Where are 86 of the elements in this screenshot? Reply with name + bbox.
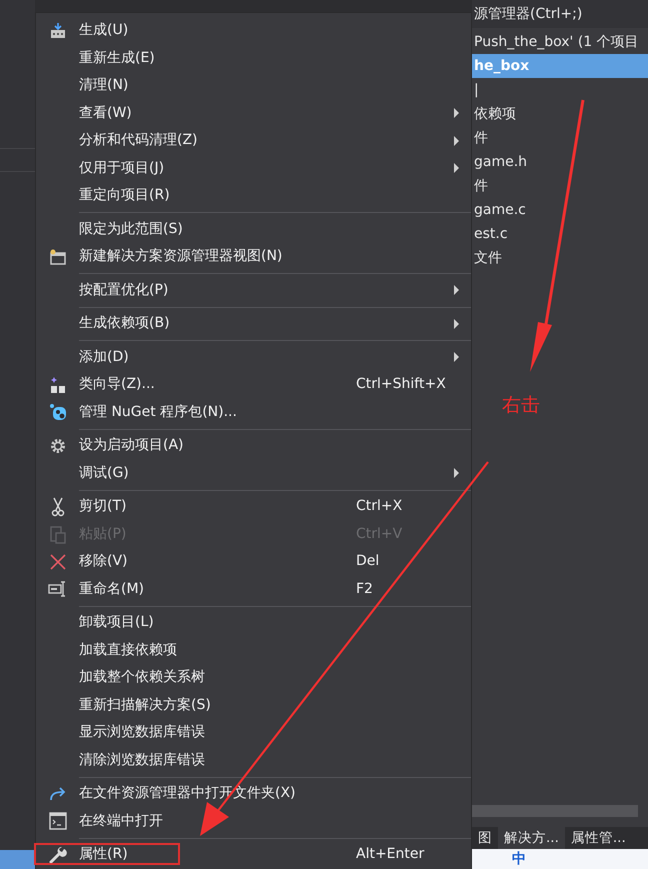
menu-item-label: 管理 NuGet 程序包(N)... — [79, 402, 237, 422]
menu-item-label: 重新生成(E) — [79, 48, 155, 68]
rename-icon — [48, 581, 68, 598]
menu-item-label: 添加(D) — [79, 348, 129, 367]
menu-item[interactable]: 类向导(Z)... Ctrl+Shift+X — [36, 371, 471, 398]
menu-item-label: 重新扫描解决方案(S) — [79, 696, 211, 715]
menu-item[interactable]: 分析和代码清理(Z) — [36, 127, 471, 154]
menu-item[interactable]: 剪切(T) Ctrl+X — [36, 493, 471, 520]
close-icon — [50, 554, 66, 570]
menu-item-label: 卸载项目(L) — [79, 613, 154, 632]
menu-item[interactable]: 生成(U) — [36, 17, 471, 44]
menu-item-label: 生成依赖项(B) — [79, 314, 170, 334]
menu-item[interactable]: 仅用于项目(J) — [36, 154, 471, 182]
menu-item-label: 重命名(M) — [79, 580, 144, 599]
terminal-icon — [48, 812, 66, 830]
redo-arrow-icon — [48, 786, 68, 802]
tree-item[interactable]: game.h — [472, 150, 648, 174]
menu-item-label: 清除浏览数据库错误 — [79, 750, 205, 770]
menu-item[interactable]: 移除(V) Del — [36, 548, 471, 576]
menu-item[interactable]: 显示浏览数据库错误 — [36, 719, 471, 746]
new-window-icon — [48, 248, 66, 265]
menu-item-label: 移除(V) — [79, 552, 128, 572]
shortcut-label: Del — [356, 552, 380, 572]
menu-item[interactable]: 加载直接依赖项 — [36, 636, 471, 664]
menu-item-label: 显示浏览数据库错误 — [79, 723, 205, 742]
menu-item[interactable]: 卸载项目(L) — [36, 609, 471, 636]
menu-item-label: 限定为此范围(S) — [79, 220, 183, 239]
clipboard-icon — [50, 524, 66, 544]
menu-item-label: 仅用于项目(J) — [79, 158, 164, 178]
menu-item-label: 查看(W) — [79, 104, 132, 123]
tree-item[interactable]: Push_the_box' (1 个项目 — [472, 30, 648, 54]
menu-item-label: 属性(R) — [79, 845, 128, 864]
scissors-icon — [50, 496, 64, 517]
menu-item[interactable]: 生成依赖项(B) — [36, 310, 471, 338]
menu-item-label: 按配置优化(P) — [79, 280, 168, 300]
menu-item[interactable]: 清理(N) — [36, 72, 471, 100]
tree-item[interactable]: 文件 — [472, 246, 648, 270]
menu-item[interactable]: 添加(D) — [36, 344, 471, 371]
shortcut-label: Ctrl+X — [356, 497, 402, 516]
class-wizard-icon — [50, 376, 66, 394]
menu-item[interactable]: 重新生成(E) — [36, 44, 471, 72]
menu-item-label: 分析和代码清理(Z) — [79, 131, 198, 150]
menu-item[interactable]: 管理 NuGet 程序包(N)... — [36, 398, 471, 426]
menu-item-label: 清理(N) — [79, 76, 128, 96]
shortcut-label: Alt+Enter — [356, 845, 424, 864]
menu-item-label: 新建解决方案资源管理器视图(N) — [79, 247, 282, 266]
menu-item[interactable]: 设为启动项目(A) — [36, 432, 471, 460]
menu-item[interactable]: 重新扫描解决方案(S) — [36, 692, 471, 719]
ime-mode-button[interactable]: 中 — [512, 848, 526, 869]
menu-item[interactable]: 新建解决方案资源管理器视图(N) — [36, 243, 471, 270]
tree-item[interactable]: | — [472, 78, 648, 102]
menu-item-label: 调试(G) — [79, 464, 129, 483]
shortcut-label: Ctrl+Shift+X — [356, 375, 446, 394]
tree-item[interactable]: 依赖项 — [472, 102, 648, 126]
tree-item[interactable]: 件 — [472, 174, 648, 198]
menu-item-label: 加载直接依赖项 — [79, 640, 177, 660]
package-icon — [48, 403, 66, 422]
tree-item[interactable]: 件 — [472, 126, 648, 150]
menu-item[interactable]: 按配置优化(P) — [36, 276, 471, 304]
menu-item[interactable]: 限定为此范围(S) — [36, 216, 471, 243]
menu-item-label: 加载整个依赖关系树 — [79, 668, 205, 688]
menu-item[interactable]: 加载整个依赖关系树 — [36, 664, 471, 692]
panel-tab[interactable]: 解决方... — [498, 827, 565, 849]
gear-icon — [48, 436, 66, 455]
annotation-label: 右击 — [502, 393, 540, 418]
scrollbar[interactable] — [472, 805, 638, 817]
menu-item[interactable]: 查看(W) — [36, 100, 471, 127]
shortcut-label: F2 — [356, 580, 373, 599]
menu-item-label: 生成(U) — [79, 21, 128, 40]
menu-item-label: 设为启动项目(A) — [79, 436, 184, 456]
tree-item[interactable]: est.c — [472, 222, 648, 246]
menu-item-label: 剪切(T) — [79, 497, 126, 516]
menu-item[interactable]: 属性(R) Alt+Enter — [36, 841, 471, 868]
wrench-icon — [48, 846, 66, 864]
menu-item[interactable]: 在终端中打开 — [36, 808, 471, 835]
menu-item[interactable]: 清除浏览数据库错误 — [36, 746, 471, 774]
tree-item[interactable]: game.c — [472, 198, 648, 222]
menu-item[interactable]: 重定向项目(R) — [36, 182, 471, 210]
menu-item-label: 在终端中打开 — [79, 812, 163, 831]
menu-item-label: 重定向项目(R) — [79, 186, 170, 206]
search-field[interactable]: 源管理器(Ctrl+;) — [472, 0, 648, 28]
menu-item[interactable]: 调试(G) — [36, 460, 471, 487]
menu-item[interactable]: 重命名(M) F2 — [36, 576, 471, 603]
build-icon — [48, 22, 66, 40]
menu-item-label: 类向导(Z)... — [79, 375, 155, 394]
status-bar — [0, 850, 35, 869]
